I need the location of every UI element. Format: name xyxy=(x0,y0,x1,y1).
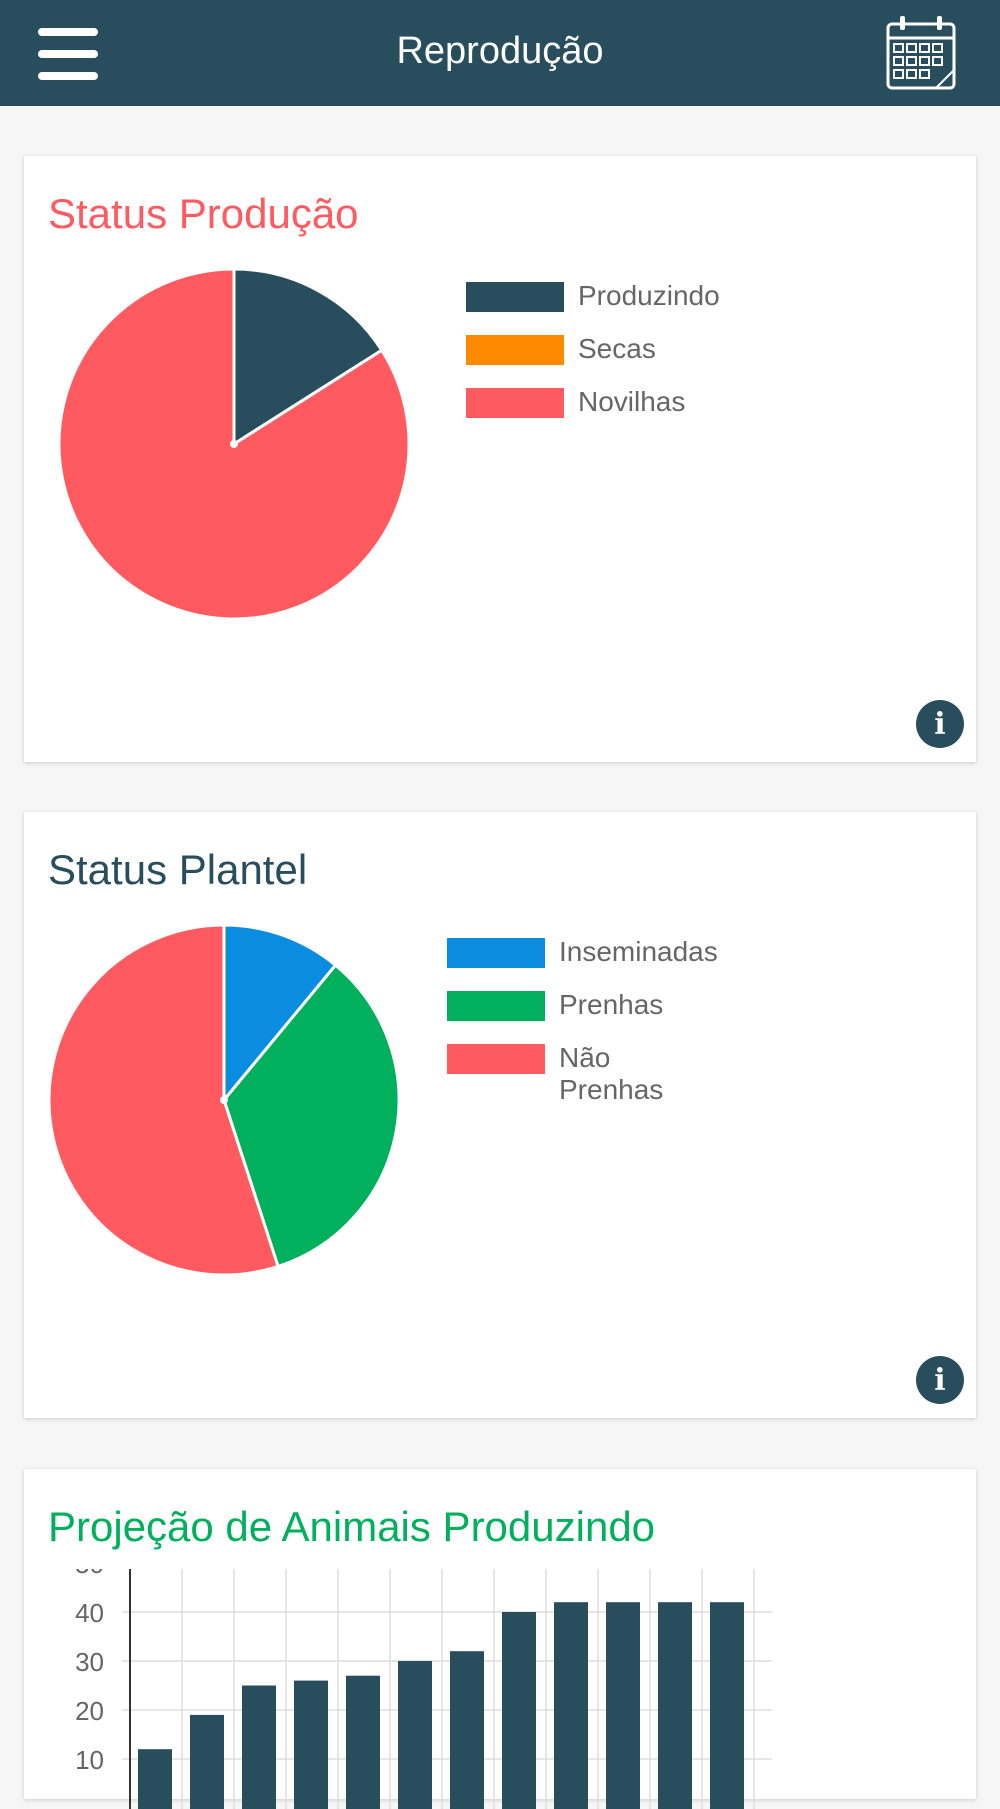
legend-swatch xyxy=(466,335,564,365)
bar xyxy=(346,1676,380,1809)
legend-label: Novilhas xyxy=(578,386,685,418)
legend-swatch xyxy=(447,1044,545,1074)
calendar-icon[interactable] xyxy=(884,14,960,94)
status-producao-pie-chart xyxy=(54,264,414,624)
bar xyxy=(398,1661,432,1809)
status-plantel-title: Status Plantel xyxy=(48,846,307,894)
legend-label: Prenhas xyxy=(559,989,663,1021)
legend-label: Produzindo xyxy=(578,280,720,312)
y-tick-label: 10 xyxy=(75,1745,104,1775)
bar xyxy=(190,1715,224,1809)
y-tick-label: 30 xyxy=(75,1647,104,1677)
projecao-title: Projeção de Animais Produzindo xyxy=(48,1503,655,1551)
info-icon[interactable]: i xyxy=(916,1356,964,1404)
page-title: Reprodução xyxy=(0,30,1000,73)
bar xyxy=(450,1651,484,1809)
pie-center-dot xyxy=(230,440,238,448)
info-icon[interactable]: i xyxy=(916,700,964,748)
y-tick-label: 40 xyxy=(75,1598,104,1628)
legend-label: Secas xyxy=(578,333,656,365)
legend-swatch xyxy=(466,388,564,418)
projecao-bar-chart: 10 20 30 40 50 xyxy=(24,1569,784,1809)
legend-label: Inseminadas xyxy=(559,936,718,968)
bar xyxy=(502,1612,536,1809)
projecao-card: Projeção de Animais Produzindo 10 20 30 40 5… xyxy=(24,1469,976,1799)
legend-swatch xyxy=(447,938,545,968)
legend-label: Não Prenhas xyxy=(559,1042,663,1106)
bar xyxy=(138,1749,172,1809)
y-tick-label: 50 xyxy=(75,1569,104,1579)
status-plantel-pie-chart xyxy=(44,920,404,1280)
app-bar: Reprodução xyxy=(0,0,1000,106)
status-producao-title: Status Produção xyxy=(48,190,359,238)
status-producao-card: Status Produção Produzindo Secas Novilha… xyxy=(24,156,976,762)
bar xyxy=(242,1686,276,1809)
legend-swatch xyxy=(447,991,545,1021)
bar xyxy=(294,1681,328,1809)
pie-center-dot xyxy=(220,1096,228,1104)
status-plantel-card: Status Plantel Inseminadas Prenhas Não P… xyxy=(24,812,976,1418)
y-tick-label: 20 xyxy=(75,1696,104,1726)
legend-swatch xyxy=(466,282,564,312)
